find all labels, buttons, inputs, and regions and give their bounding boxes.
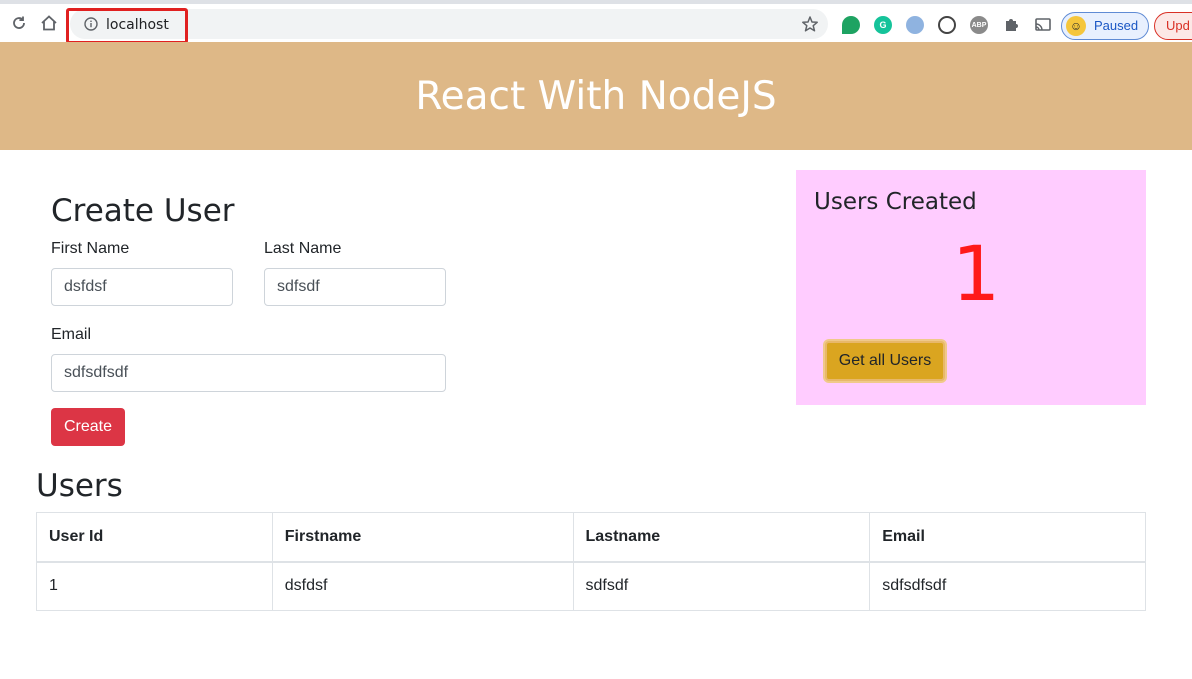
bookmark-star-icon[interactable]: [801, 15, 819, 33]
users-created-card: Users Created 1 Get all Users: [796, 170, 1146, 405]
app-title: React With NodeJS: [415, 73, 777, 119]
table-row: 1 dsfdsf sdfsdf sdfsdfsdf: [36, 561, 1146, 611]
header-firstname: Firstname: [271, 512, 574, 563]
extension-icon-blue[interactable]: [906, 16, 924, 34]
table-header-row: User Id Firstname Lastname Email: [36, 512, 1146, 563]
cell-firstname: dsfdsf: [271, 561, 574, 611]
users-title: Users: [36, 468, 123, 504]
last-name-label: Last Name: [264, 240, 342, 257]
update-label: Upd: [1166, 18, 1190, 33]
cell-lastname: sdfsdf: [572, 561, 871, 611]
adblock-extension-icon[interactable]: ABP: [970, 16, 988, 34]
profile-status: Paused: [1094, 18, 1139, 33]
profile-button[interactable]: ☺ Paused: [1061, 12, 1149, 40]
email-label: Email: [51, 326, 92, 343]
evernote-extension-icon[interactable]: [842, 16, 860, 34]
browser-toolbar: localhost G ABP ☺ Paused Upd: [0, 0, 1192, 44]
users-created-count: 1: [951, 229, 1001, 318]
reload-icon[interactable]: [8, 12, 30, 34]
header-lastname: Lastname: [572, 512, 871, 563]
first-name-label: First Name: [51, 240, 130, 257]
info-icon[interactable]: [84, 17, 98, 31]
first-name-input[interactable]: [51, 268, 233, 306]
header-user-id: User Id: [36, 512, 273, 563]
last-name-input[interactable]: [264, 268, 446, 306]
profile-avatar: ☺: [1066, 16, 1086, 36]
cell-user-id: 1: [36, 561, 273, 611]
get-all-users-button[interactable]: Get all Users: [825, 341, 945, 381]
app-header: React With NodeJS: [0, 42, 1192, 150]
home-icon[interactable]: [38, 12, 60, 34]
form-title: Create User: [51, 193, 235, 229]
users-table: User Id Firstname Lastname Email 1 dsfds…: [36, 512, 1146, 611]
sync-extension-icon[interactable]: [938, 16, 956, 34]
url-text[interactable]: localhost: [106, 17, 169, 33]
create-button[interactable]: Create: [51, 408, 125, 446]
cast-icon[interactable]: [1034, 16, 1052, 34]
users-created-title: Users Created: [814, 189, 977, 215]
extensions-puzzle-icon[interactable]: [1002, 16, 1020, 34]
email-input[interactable]: [51, 354, 446, 392]
header-email: Email: [869, 512, 1146, 563]
grammarly-extension-icon[interactable]: G: [874, 16, 892, 34]
cell-email: sdfsdfsdf: [869, 561, 1146, 611]
update-button[interactable]: Upd: [1154, 12, 1192, 40]
